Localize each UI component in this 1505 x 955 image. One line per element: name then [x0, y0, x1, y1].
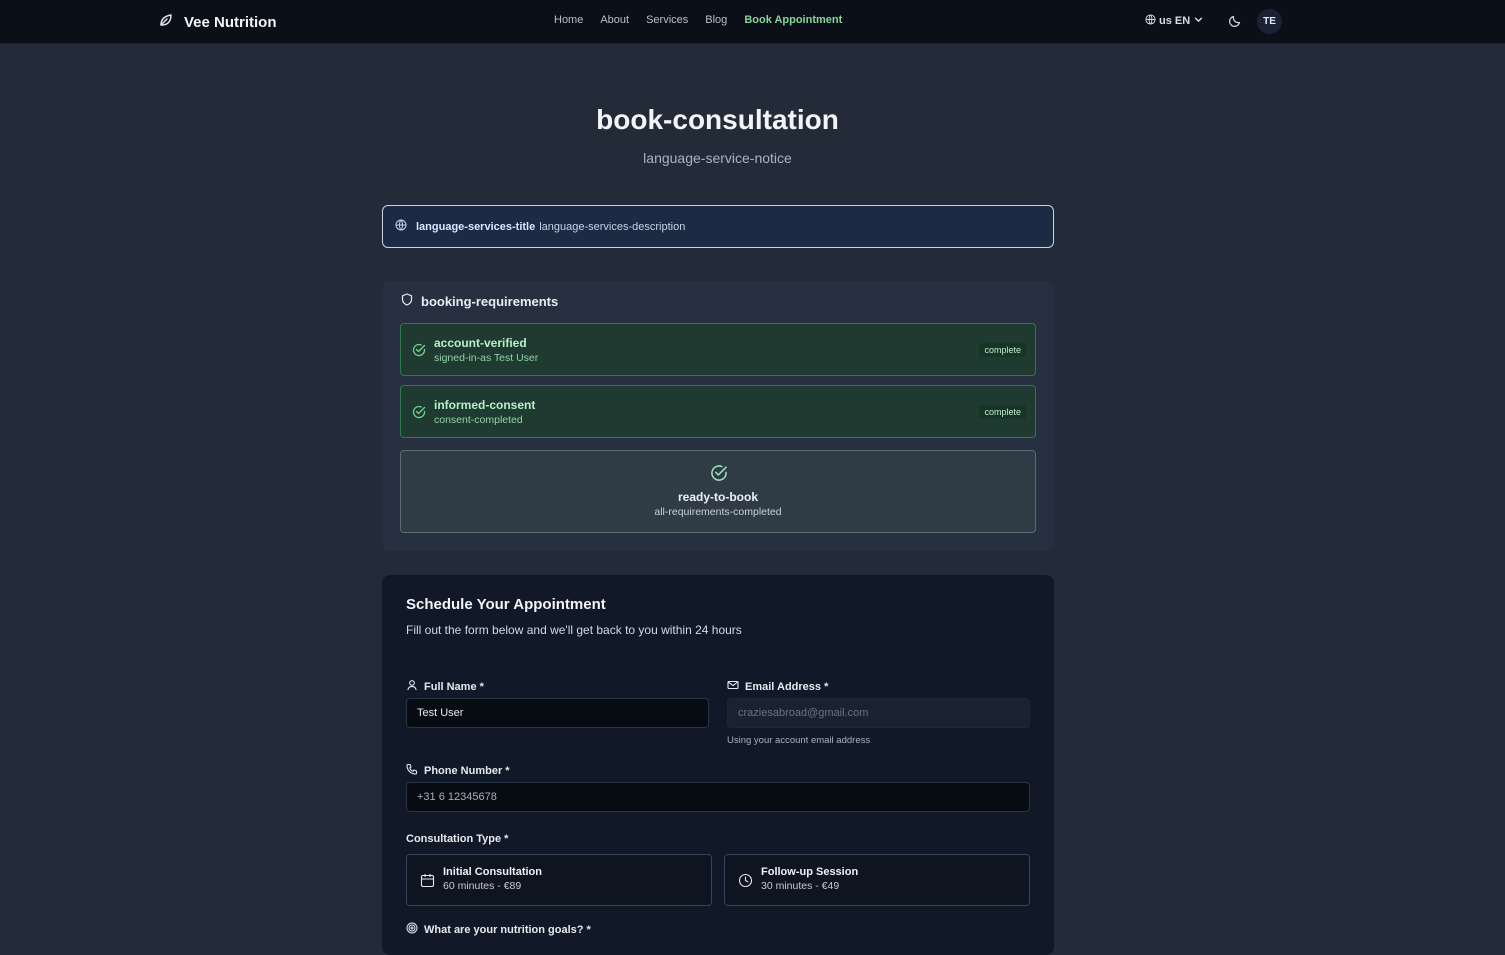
nav-link-blog[interactable]: Blog: [705, 14, 727, 26]
email-label-text: Email Address *: [745, 680, 829, 693]
mail-icon: [727, 679, 739, 694]
option-subtitle: 30 minutes - €49: [761, 880, 840, 892]
ready-to-book-panel: ready-to-book all-requirements-completed: [400, 450, 1036, 533]
requirement-subtitle: signed-in-as Test User: [434, 352, 539, 364]
form-description: Fill out the form below and we'll get ba…: [406, 623, 742, 637]
email-help-text: Using your account email address: [727, 735, 871, 746]
shield-icon: [401, 293, 413, 309]
ready-title: ready-to-book: [677, 490, 758, 504]
page-subtitle: language-service-notice: [643, 150, 792, 166]
nav-link-about[interactable]: About: [600, 14, 629, 26]
user-avatar[interactable]: TE: [1257, 9, 1282, 34]
nav-link-services[interactable]: Services: [646, 14, 688, 26]
nav-link-home[interactable]: Home: [554, 14, 583, 26]
full-name-label-text: Full Name *: [424, 680, 484, 693]
option-title: Follow-up Session: [761, 866, 859, 878]
chevron-down-icon: [1193, 14, 1204, 28]
status-badge: complete: [979, 405, 1026, 419]
appointment-form-card: Schedule Your Appointment Fill out the f…: [382, 575, 1054, 955]
check-circle-icon: [412, 343, 426, 357]
ready-subtitle: all-requirements-completed: [654, 506, 782, 518]
requirement-title: account-verified: [434, 336, 527, 350]
leaf-icon: [158, 12, 174, 33]
requirements-title: booking-requirements: [421, 293, 559, 309]
nutrition-goals-label: What are your nutrition goals? *: [406, 922, 591, 937]
language-services-notice: language-services-title language-service…: [382, 205, 1054, 248]
email-input[interactable]: craziesabroad@gmail.com: [727, 698, 1030, 728]
requirements-heading: booking-requirements: [401, 293, 558, 309]
language-selector[interactable]: us EN: [1145, 14, 1204, 28]
requirement-account-verified: account-verified signed-in-as Test User …: [400, 323, 1036, 376]
phone-label: Phone Number *: [406, 763, 510, 778]
requirement-title: informed-consent: [434, 398, 536, 412]
option-follow-up-session[interactable]: Follow-up Session 30 minutes - €49: [724, 854, 1030, 906]
target-icon: [406, 922, 418, 937]
requirement-subtitle: consent-completed: [434, 414, 523, 426]
option-subtitle: 60 minutes - €89: [443, 880, 522, 892]
moon-icon: [1228, 15, 1242, 32]
phone-input[interactable]: +31 6 12345678: [406, 782, 1030, 812]
option-initial-consultation[interactable]: Initial Consultation 60 minutes - €89: [406, 854, 712, 906]
nutrition-goals-label-text: What are your nutrition goals? *: [424, 923, 591, 936]
notice-title: language-services-title: [416, 220, 536, 233]
language-label: us EN: [1159, 15, 1191, 27]
status-badge: complete: [979, 343, 1026, 357]
check-circle-icon: [412, 405, 426, 419]
form-title: Schedule Your Appointment: [406, 596, 606, 613]
booking-requirements-card: booking-requirements account-verified si…: [382, 281, 1054, 551]
globe-icon: [1145, 14, 1156, 28]
globe-icon: [395, 219, 416, 234]
full-name-input[interactable]: Test User: [406, 698, 709, 728]
email-label: Email Address *: [727, 679, 828, 694]
nav-link-book-appointment[interactable]: Book Appointment: [744, 14, 842, 26]
page-title: book-consultation: [596, 104, 839, 135]
main-nav: Home About Services Blog Book Appointmen…: [554, 14, 859, 26]
check-circle-icon: [710, 464, 728, 482]
phone-icon: [406, 763, 418, 778]
requirement-informed-consent: informed-consent consent-completed compl…: [400, 385, 1036, 438]
brand-name: Vee Nutrition: [184, 14, 277, 31]
option-title: Initial Consultation: [443, 866, 542, 878]
notice-description: language-services-description: [539, 220, 686, 233]
phone-label-text: Phone Number *: [424, 764, 510, 777]
theme-toggle-button[interactable]: [1228, 14, 1242, 28]
top-navbar: Vee Nutrition Home About Services Blog B…: [0, 0, 1505, 44]
full-name-label: Full Name *: [406, 679, 484, 694]
user-icon: [406, 679, 418, 694]
brand-logo-link[interactable]: Vee Nutrition: [158, 12, 277, 33]
consultation-type-label: Consultation Type *: [406, 833, 509, 845]
